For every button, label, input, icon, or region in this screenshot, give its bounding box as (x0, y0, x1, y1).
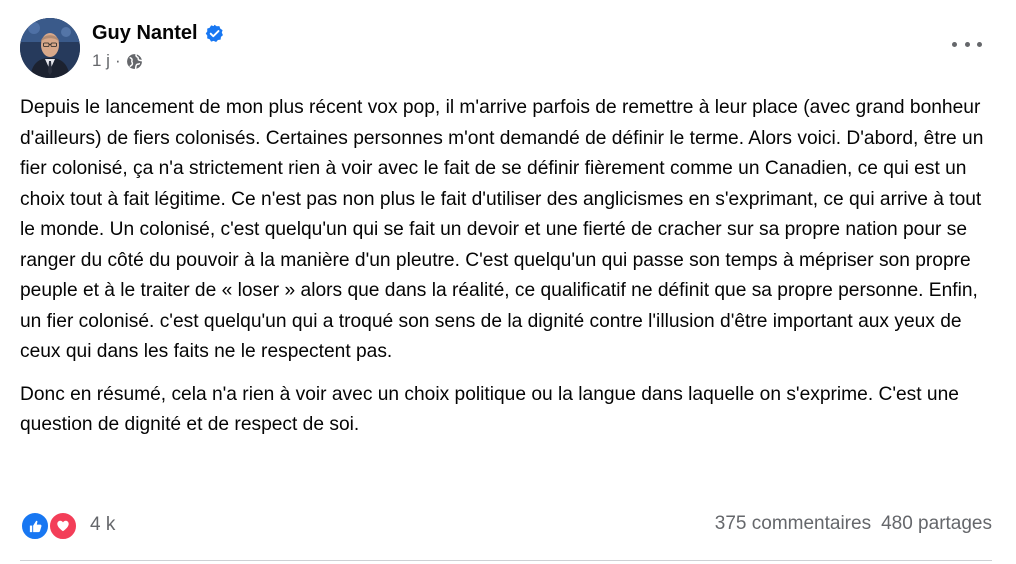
author-name[interactable]: Guy Nantel (92, 22, 198, 45)
post-body: Depuis le lancement de mon plus récent v… (20, 93, 992, 453)
divider (20, 560, 992, 561)
more-dot (964, 41, 970, 47)
post-header: Guy Nantel 1 j · (20, 18, 224, 78)
engagement-stats: 375 commentaires 480 partages (715, 513, 992, 535)
more-dot (952, 41, 957, 47)
post-subline: 1 j · (92, 51, 224, 71)
post-paragraph: Depuis le lancement de mon plus récent v… (20, 97, 984, 362)
like-icon (20, 511, 50, 541)
separator-dot: · (114, 51, 121, 70)
reaction-count[interactable]: 4 k (90, 514, 115, 536)
more-dot (977, 41, 982, 47)
love-icon (48, 511, 78, 541)
reaction-icons (20, 511, 78, 541)
globe-icon (126, 53, 143, 69)
reactions-summary[interactable]: 4 k (20, 511, 115, 541)
author-row: Guy Nantel (92, 22, 224, 45)
shares-count[interactable]: 480 partages (881, 513, 992, 535)
post-paragraph: Donc en résumé, cela n'a rien à voir ave… (20, 383, 959, 436)
avatar[interactable] (20, 18, 80, 78)
verified-badge-icon (205, 24, 223, 42)
post-meta: Guy Nantel 1 j · (92, 22, 224, 71)
facebook-post: Guy Nantel 1 j · Depuis le lancement de … (0, 0, 1016, 564)
more-options-icon[interactable] (952, 34, 982, 54)
stats-gap (871, 513, 881, 535)
post-timestamp[interactable]: 1 j (92, 51, 110, 71)
comments-count[interactable]: 375 commentaires (715, 513, 871, 535)
